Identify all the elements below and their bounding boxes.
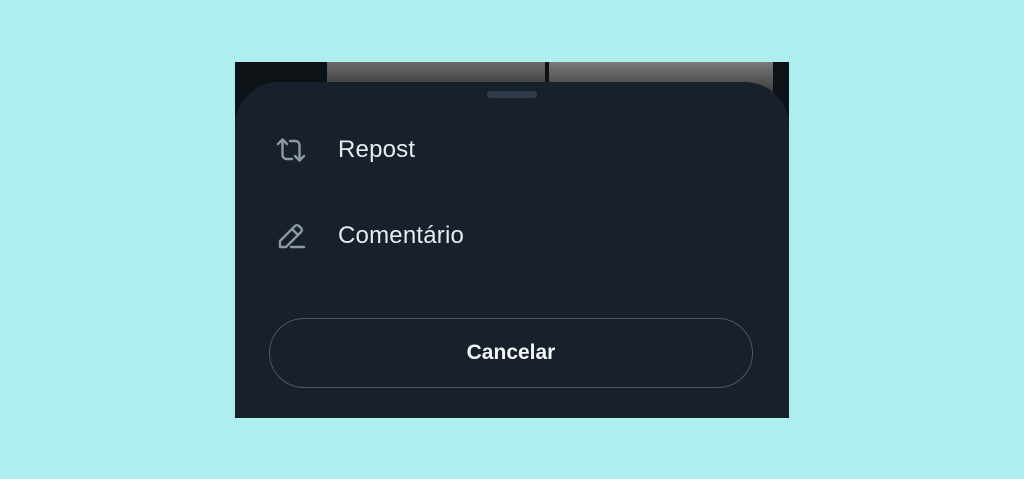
bottom-sheet: Repost Comentário Cancelar <box>235 82 789 418</box>
phone-screen: Repost Comentário Cancelar <box>235 62 789 418</box>
repost-option[interactable]: Repost <box>235 118 789 182</box>
cancel-button[interactable]: Cancelar <box>269 318 753 388</box>
comment-label: Comentário <box>338 222 465 249</box>
repost-icon <box>273 132 309 168</box>
repost-label: Repost <box>338 136 416 163</box>
sheet-drag-handle[interactable] <box>487 91 537 98</box>
comment-option[interactable]: Comentário <box>235 204 789 268</box>
pencil-icon <box>273 218 309 254</box>
cancel-label: Cancelar <box>466 341 556 364</box>
